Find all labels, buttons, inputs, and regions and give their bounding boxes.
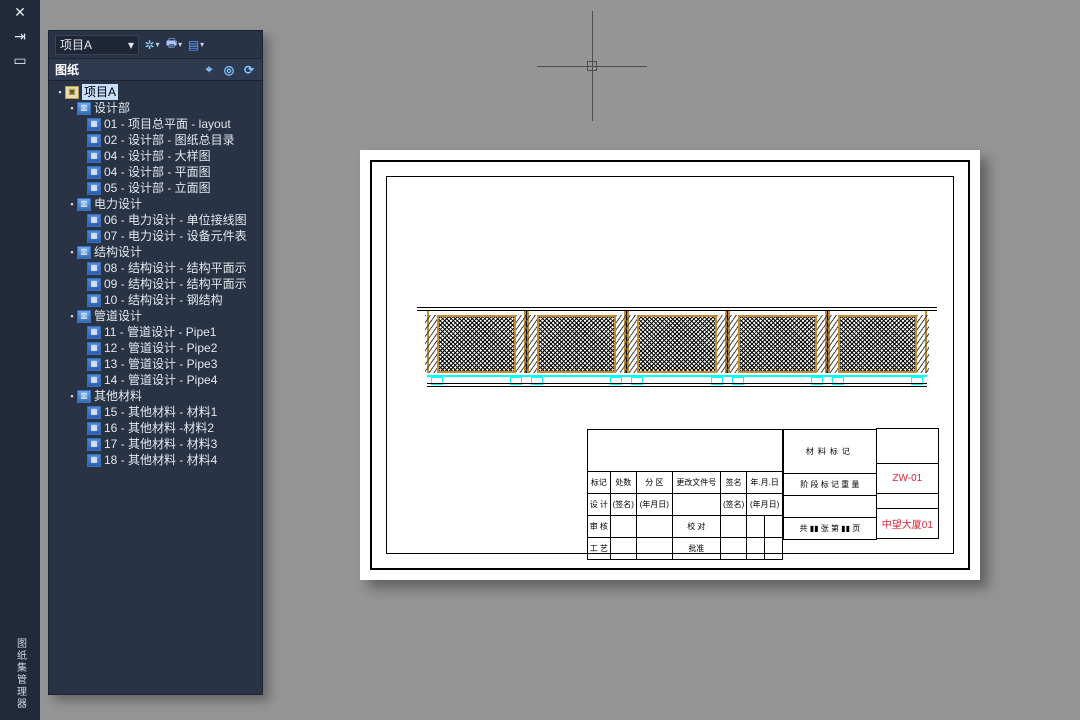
section-header: 图纸 ⌖ ◎ ⟳ [49,59,262,81]
tree-sheet[interactable]: 16 - 其他材料 -材料2 [104,420,214,436]
title-right: ZW-01 中望大厦01 [877,429,939,539]
tree-group[interactable]: 其他材料 [94,388,142,404]
drawing-sheet[interactable]: 标记处数分 区更改文件号签名年.月.日 设 计(签名)(年月日)(签名)(年月日… [360,150,980,580]
tree-sheet[interactable]: 15 - 其他材料 - 材料1 [104,404,217,420]
refresh-icon[interactable]: ⟳ [242,63,256,77]
project-selector[interactable]: 项目A ▾ [55,35,139,55]
tree-sheet[interactable]: 14 - 管道设计 - Pipe4 [104,372,217,388]
tree-sheet[interactable]: 05 - 设计部 - 立面图 [104,180,211,196]
tree-sheet[interactable]: 13 - 管道设计 - Pipe3 [104,356,217,372]
inner-frame: 标记处数分 区更改文件号签名年.月.日 设 计(签名)(年月日)(签名)(年月日… [386,176,954,554]
title-block: 标记处数分 区更改文件号签名年.月.日 设 计(签名)(年月日)(签名)(年月日… [587,429,939,539]
tree-sheet[interactable]: 09 - 结构设计 - 结构平面示 [104,276,247,292]
dock-strip: ✕ ⇥ ▭ 图纸集管理器 [0,0,40,720]
tree-sheet[interactable]: 04 - 设计部 - 平面图 [104,164,211,180]
tree-sheet[interactable]: 02 - 设计部 - 图纸总目录 [104,132,235,148]
sheet-border: 标记处数分 区更改文件号签名年.月.日 设 计(签名)(年月日)(签名)(年月日… [370,160,970,570]
tree-group[interactable]: 设计部 [94,100,130,116]
tree-root[interactable]: 项目A [82,84,118,100]
label-check: 校 对 [672,516,720,538]
gear-icon[interactable]: ✲▾ [143,36,161,54]
tree-sheet[interactable]: 06 - 电力设计 - 单位接线图 [104,212,247,228]
elevation-drawing [427,307,927,387]
tree-sheet[interactable]: 04 - 设计部 - 大样图 [104,148,211,164]
publish-icon[interactable]: ▤▾ [187,36,205,54]
tab-icon[interactable]: ▭ [0,48,40,72]
drawing-number: ZW-01 [876,463,939,494]
close-icon[interactable]: ✕ [0,0,40,24]
tree-sheet[interactable]: 12 - 管道设计 - Pipe2 [104,340,217,356]
section-title: 图纸 [55,61,79,78]
chevron-down-icon: ▾ [128,38,134,52]
drawing-title: 材料标记 [784,430,877,474]
sheet-tree[interactable]: ▪▣项目A▪▥设计部▦01 - 项目总平面 - layout▦02 - 设计部 … [49,81,262,694]
target-icon[interactable]: ⌖ [202,63,216,77]
eye-icon[interactable]: ◎ [222,63,236,77]
label-review: 审 核 [588,516,611,538]
title-center: 材料标记 阶 段 标 记 重 量 共 ▮▮ 张 第 ▮▮ 页 [783,429,877,540]
tree-group[interactable]: 结构设计 [94,244,142,260]
tree-sheet[interactable]: 18 - 其他材料 - 材料4 [104,452,217,468]
tree-group[interactable]: 管道设计 [94,308,142,324]
revision-table: 标记处数分 区更改文件号签名年.月.日 设 计(签名)(年月日)(签名)(年月日… [587,429,783,560]
tree-sheet[interactable]: 01 - 项目总平面 - layout [104,116,231,132]
tree-sheet[interactable]: 17 - 其他材料 - 材料3 [104,436,217,452]
tree-sheet[interactable]: 07 - 电力设计 - 设备元件表 [104,228,247,244]
sheetset-panel: 项目A ▾ ✲▾ 🖶▾ ▤▾ 图纸 ⌖ ◎ ⟳ ▪▣项目A▪▥设计部▦01 - … [48,30,263,695]
print-icon[interactable]: 🖶▾ [165,36,183,54]
pin-icon[interactable]: ⇥ [0,24,40,48]
panel-toolbar: 项目A ▾ ✲▾ 🖶▾ ▤▾ [49,31,262,59]
project-selected-label: 项目A [60,36,92,53]
label-pages: 共 ▮▮ 张 第 ▮▮ 页 [784,518,877,540]
tree-sheet[interactable]: 11 - 管道设计 - Pipe1 [104,324,216,340]
company-name: 中望大厦01 [876,508,939,539]
dock-vertical-label: 图纸集管理器 [13,638,28,710]
tree-sheet[interactable]: 08 - 结构设计 - 结构平面示 [104,260,247,276]
label-approve: 批准 [672,538,720,560]
tree-group[interactable]: 电力设计 [94,196,142,212]
label-stage: 阶 段 标 记 重 量 [784,474,877,496]
label-process: 工 艺 [588,538,611,560]
tree-sheet[interactable]: 10 - 结构设计 - 钢结构 [104,292,223,308]
